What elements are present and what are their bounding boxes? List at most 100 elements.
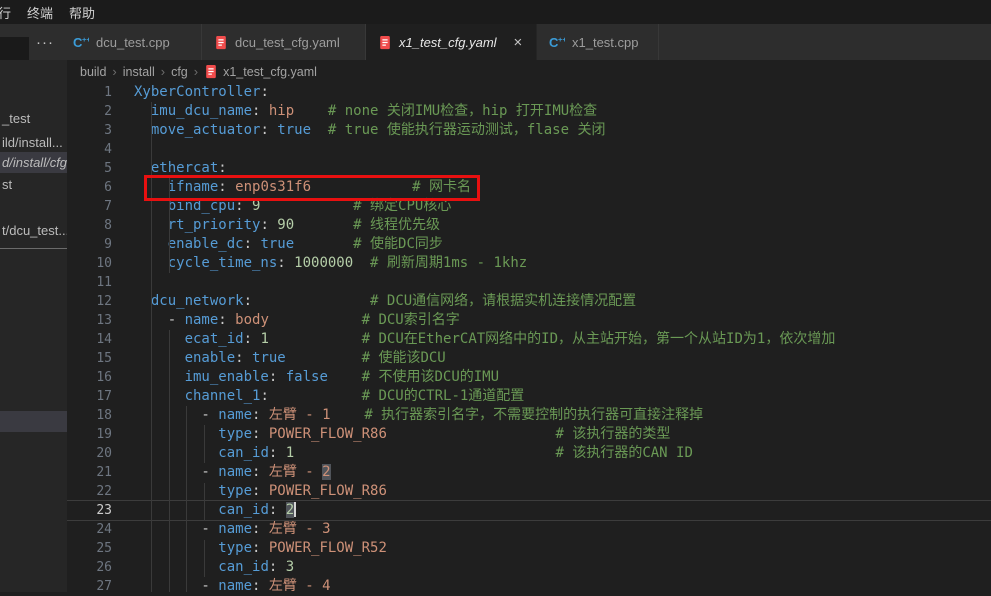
close-icon[interactable]: × [514,35,523,50]
code-line-18[interactable]: 18 - name: 左臂 - 1 # 执行器索引名字，不需要控制的执行器可直接… [67,406,991,425]
line-number: 3 [67,121,112,140]
line-number: 7 [67,197,112,216]
line-content: can_id: 3 [134,558,294,577]
tab-dcu_test.cpp[interactable]: C++ dcu_test.cpp [61,24,202,60]
line-number: 17 [67,387,112,406]
code-line-22[interactable]: 22 type: POWER_FLOW_R86 [67,482,991,501]
sidebar-item-1[interactable]: ild/install... [0,132,67,153]
line-content: enable: true # 使能该DCU [134,349,446,368]
sidebar-item-4[interactable]: t/dcu_test... [0,220,67,241]
line-content: - name: 左臂 - 2 [134,463,331,482]
line-number: 20 [67,444,112,463]
line-number: 5 [67,159,112,178]
tab-bar: ··· C++ dcu_test.cpp dcu_test_cfg.yaml x1_t… [0,24,991,60]
line-number: 11 [67,273,112,292]
code-line-11[interactable]: 11 [67,273,991,292]
text-cursor [294,502,296,517]
code-editor[interactable]: 1XyberController:2 imu_dcu_name: hip # n… [67,83,991,596]
breadcrumb-item[interactable]: install [123,65,155,79]
line-content: bind_cpu: 9 # 绑定CPU核心 [134,197,451,216]
line-content: can_id: 1 # 该执行器的CAN ID [134,444,693,463]
tab-label: x1_test.cpp [572,35,639,50]
tab-overflow-button[interactable]: ··· [29,24,61,60]
code-line-27[interactable]: 27 - name: 左臂 - 4 [67,577,991,596]
tab-label: x1_test_cfg.yaml [399,35,497,50]
line-number: 4 [67,140,112,159]
corner-block [0,37,29,60]
tab-dcu_test_cfg.yaml[interactable]: dcu_test_cfg.yaml [202,24,366,60]
code-line-26[interactable]: 26 can_id: 3 [67,558,991,577]
yaml-file-icon [214,35,228,50]
breadcrumb-separator: › [194,64,198,79]
indent-guide [204,483,205,521]
line-content: - name: 左臂 - 4 [134,577,331,596]
code-line-23[interactable]: 23 can_id: 2 [67,501,991,520]
code-line-19[interactable]: 19 type: POWER_FLOW_R86 # 该执行器的类型 [67,425,991,444]
code-line-5[interactable]: 5 ethercat: [67,159,991,178]
sidebar-item-2[interactable]: d/install/cfg [0,152,67,173]
code-line-9[interactable]: 9 enable_dc: true # 使能DC同步 [67,235,991,254]
code-line-21[interactable]: 21 - name: 左臂 - 2 [67,463,991,482]
sidebar-item-5[interactable] [0,411,67,432]
line-number: 26 [67,558,112,577]
yaml-file-icon [204,64,218,79]
line-content: rt_priority: 90 # 线程优先级 [134,216,440,235]
line-content: cycle_time_ns: 1000000 # 刷新周期1ms - 1khz [134,254,527,273]
breadcrumb-file[interactable]: x1_test_cfg.yaml [204,64,317,79]
code-line-6[interactable]: 6 ifname: enp0s31f6 # 网卡名 [67,178,991,197]
menu-item-2[interactable]: 帮助 [67,3,97,22]
code-line-20[interactable]: 20 can_id: 1 # 该执行器的CAN ID [67,444,991,463]
code-line-12[interactable]: 12 dcu_network: # DCU通信网络，请根据实机连接情况配置 [67,292,991,311]
line-number: 25 [67,539,112,558]
breadcrumb-item[interactable]: build [80,65,106,79]
indent-guide [151,102,152,592]
svg-text:++: ++ [558,35,565,44]
tab-label: dcu_test.cpp [96,35,170,50]
code-line-15[interactable]: 15 enable: true # 使能该DCU [67,349,991,368]
breadcrumb-separator: › [112,64,116,79]
code-line-25[interactable]: 25 type: POWER_FLOW_R52 [67,539,991,558]
line-content: type: POWER_FLOW_R86 [134,482,387,501]
line-number: 24 [67,520,112,539]
editor-pane[interactable]: build › install › cfg › x1_test_cfg.yaml 1Xybe… [67,60,991,592]
line-content: can_id: 2 [134,501,296,520]
sidebar-item-0[interactable]: _test [0,108,67,129]
tab-x1_test_cfg.yaml[interactable]: x1_test_cfg.yaml × [366,24,537,60]
breadcrumb-separator: › [161,64,165,79]
line-number: 19 [67,425,112,444]
cpp-file-icon: C++ [73,34,89,50]
line-number: 9 [67,235,112,254]
breadcrumb-item[interactable]: cfg [171,65,188,79]
code-line-17[interactable]: 17 channel_1: # DCU的CTRL-1通道配置 [67,387,991,406]
line-number: 12 [67,292,112,311]
code-line-4[interactable]: 4 [67,140,991,159]
line-number: 14 [67,330,112,349]
line-number: 15 [67,349,112,368]
code-line-2[interactable]: 2 imu_dcu_name: hip # none 关闭IMU检查，hip 打… [67,102,991,121]
menu-item-1[interactable]: 终端 [25,3,55,22]
line-content: ecat_id: 1 # DCU在EtherCAT网络中的ID，从主站开始，第一… [134,330,835,349]
line-number: 16 [67,368,112,387]
sidebar-divider [0,248,67,249]
tab-label: dcu_test_cfg.yaml [235,35,340,50]
line-content: - name: body # DCU索引名字 [134,311,460,330]
code-line-16[interactable]: 16 imu_enable: false # 不使用该DCU的IMU [67,368,991,387]
code-line-8[interactable]: 8 rt_priority: 90 # 线程优先级 [67,216,991,235]
code-line-7[interactable]: 7 bind_cpu: 9 # 绑定CPU核心 [67,197,991,216]
menu-item-0[interactable]: 行 [0,3,13,22]
sidebar-file-list: _test ild/install...d/install/cfgst t/dcu_… [0,60,67,592]
code-line-1[interactable]: 1XyberController: [67,83,991,102]
line-number: 2 [67,102,112,121]
yaml-file-icon [378,35,392,50]
line-content: channel_1: # DCU的CTRL-1通道配置 [134,387,524,406]
breadcrumb: build › install › cfg › x1_test_cfg.yaml [67,60,991,83]
code-line-14[interactable]: 14 ecat_id: 1 # DCU在EtherCAT网络中的ID，从主站开始… [67,330,991,349]
code-line-3[interactable]: 3 move_actuator: true # true 使能执行器运动测试，f… [67,121,991,140]
tab-x1_test.cpp[interactable]: C++x1_test.cpp [537,24,659,60]
code-line-24[interactable]: 24 - name: 左臂 - 3 [67,520,991,539]
code-line-10[interactable]: 10 cycle_time_ns: 1000000 # 刷新周期1ms - 1k… [67,254,991,273]
code-line-13[interactable]: 13 - name: body # DCU索引名字 [67,311,991,330]
line-content: enable_dc: true # 使能DC同步 [134,235,443,254]
line-content: ifname: enp0s31f6 # 网卡名 [134,178,471,197]
sidebar-item-3[interactable]: st [0,174,67,195]
